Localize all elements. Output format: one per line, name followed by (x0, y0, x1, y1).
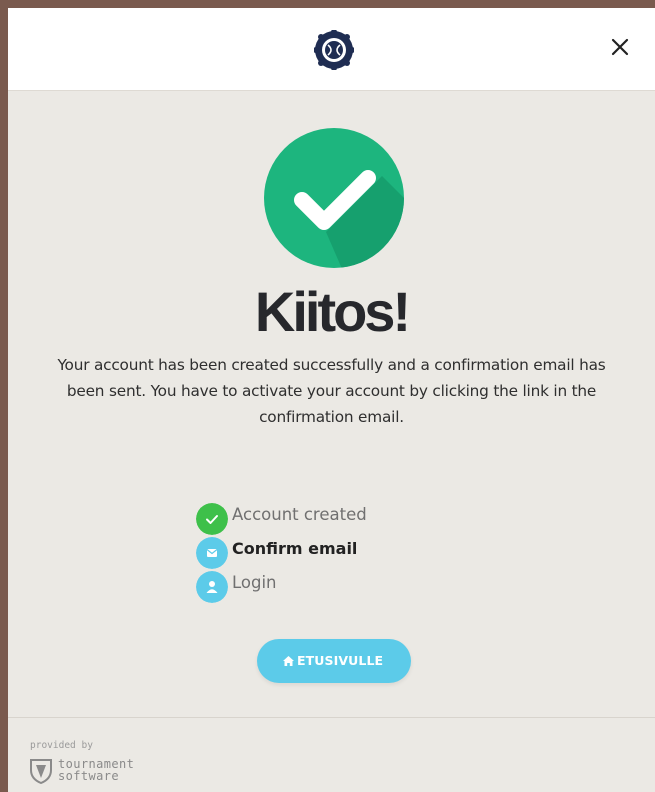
tournament-software-logo-text[interactable]: tournament software (58, 758, 134, 782)
close-icon[interactable] (607, 34, 633, 60)
step-label: Confirm email (232, 539, 358, 558)
home-button-label: ETUSIVULLE (297, 653, 384, 668)
check-icon (196, 503, 228, 535)
modal-footer: provided by tournament software (8, 717, 655, 792)
success-message: Your account has been created successful… (57, 356, 606, 426)
step-confirm-email: Confirm email (196, 535, 456, 569)
provided-by-label: provided by (30, 740, 93, 751)
federation-crest-icon (314, 30, 354, 70)
check-circle-icon (264, 128, 404, 268)
step-login: Login (196, 569, 456, 603)
step-label: Login (232, 573, 277, 592)
modal-header (8, 8, 655, 91)
brand-line-2: software (58, 769, 119, 783)
page-title: Kiitos! (254, 280, 411, 343)
step-label: Account created (232, 505, 367, 524)
home-icon (283, 656, 294, 666)
home-button[interactable]: ETUSIVULLE (257, 639, 411, 683)
registration-success-modal: Kiitos! Your account has been created su… (8, 8, 655, 792)
user-icon (196, 571, 228, 603)
tournament-software-shield-icon (30, 759, 52, 784)
envelope-icon (196, 537, 228, 569)
step-account-created: Account created (196, 501, 456, 535)
